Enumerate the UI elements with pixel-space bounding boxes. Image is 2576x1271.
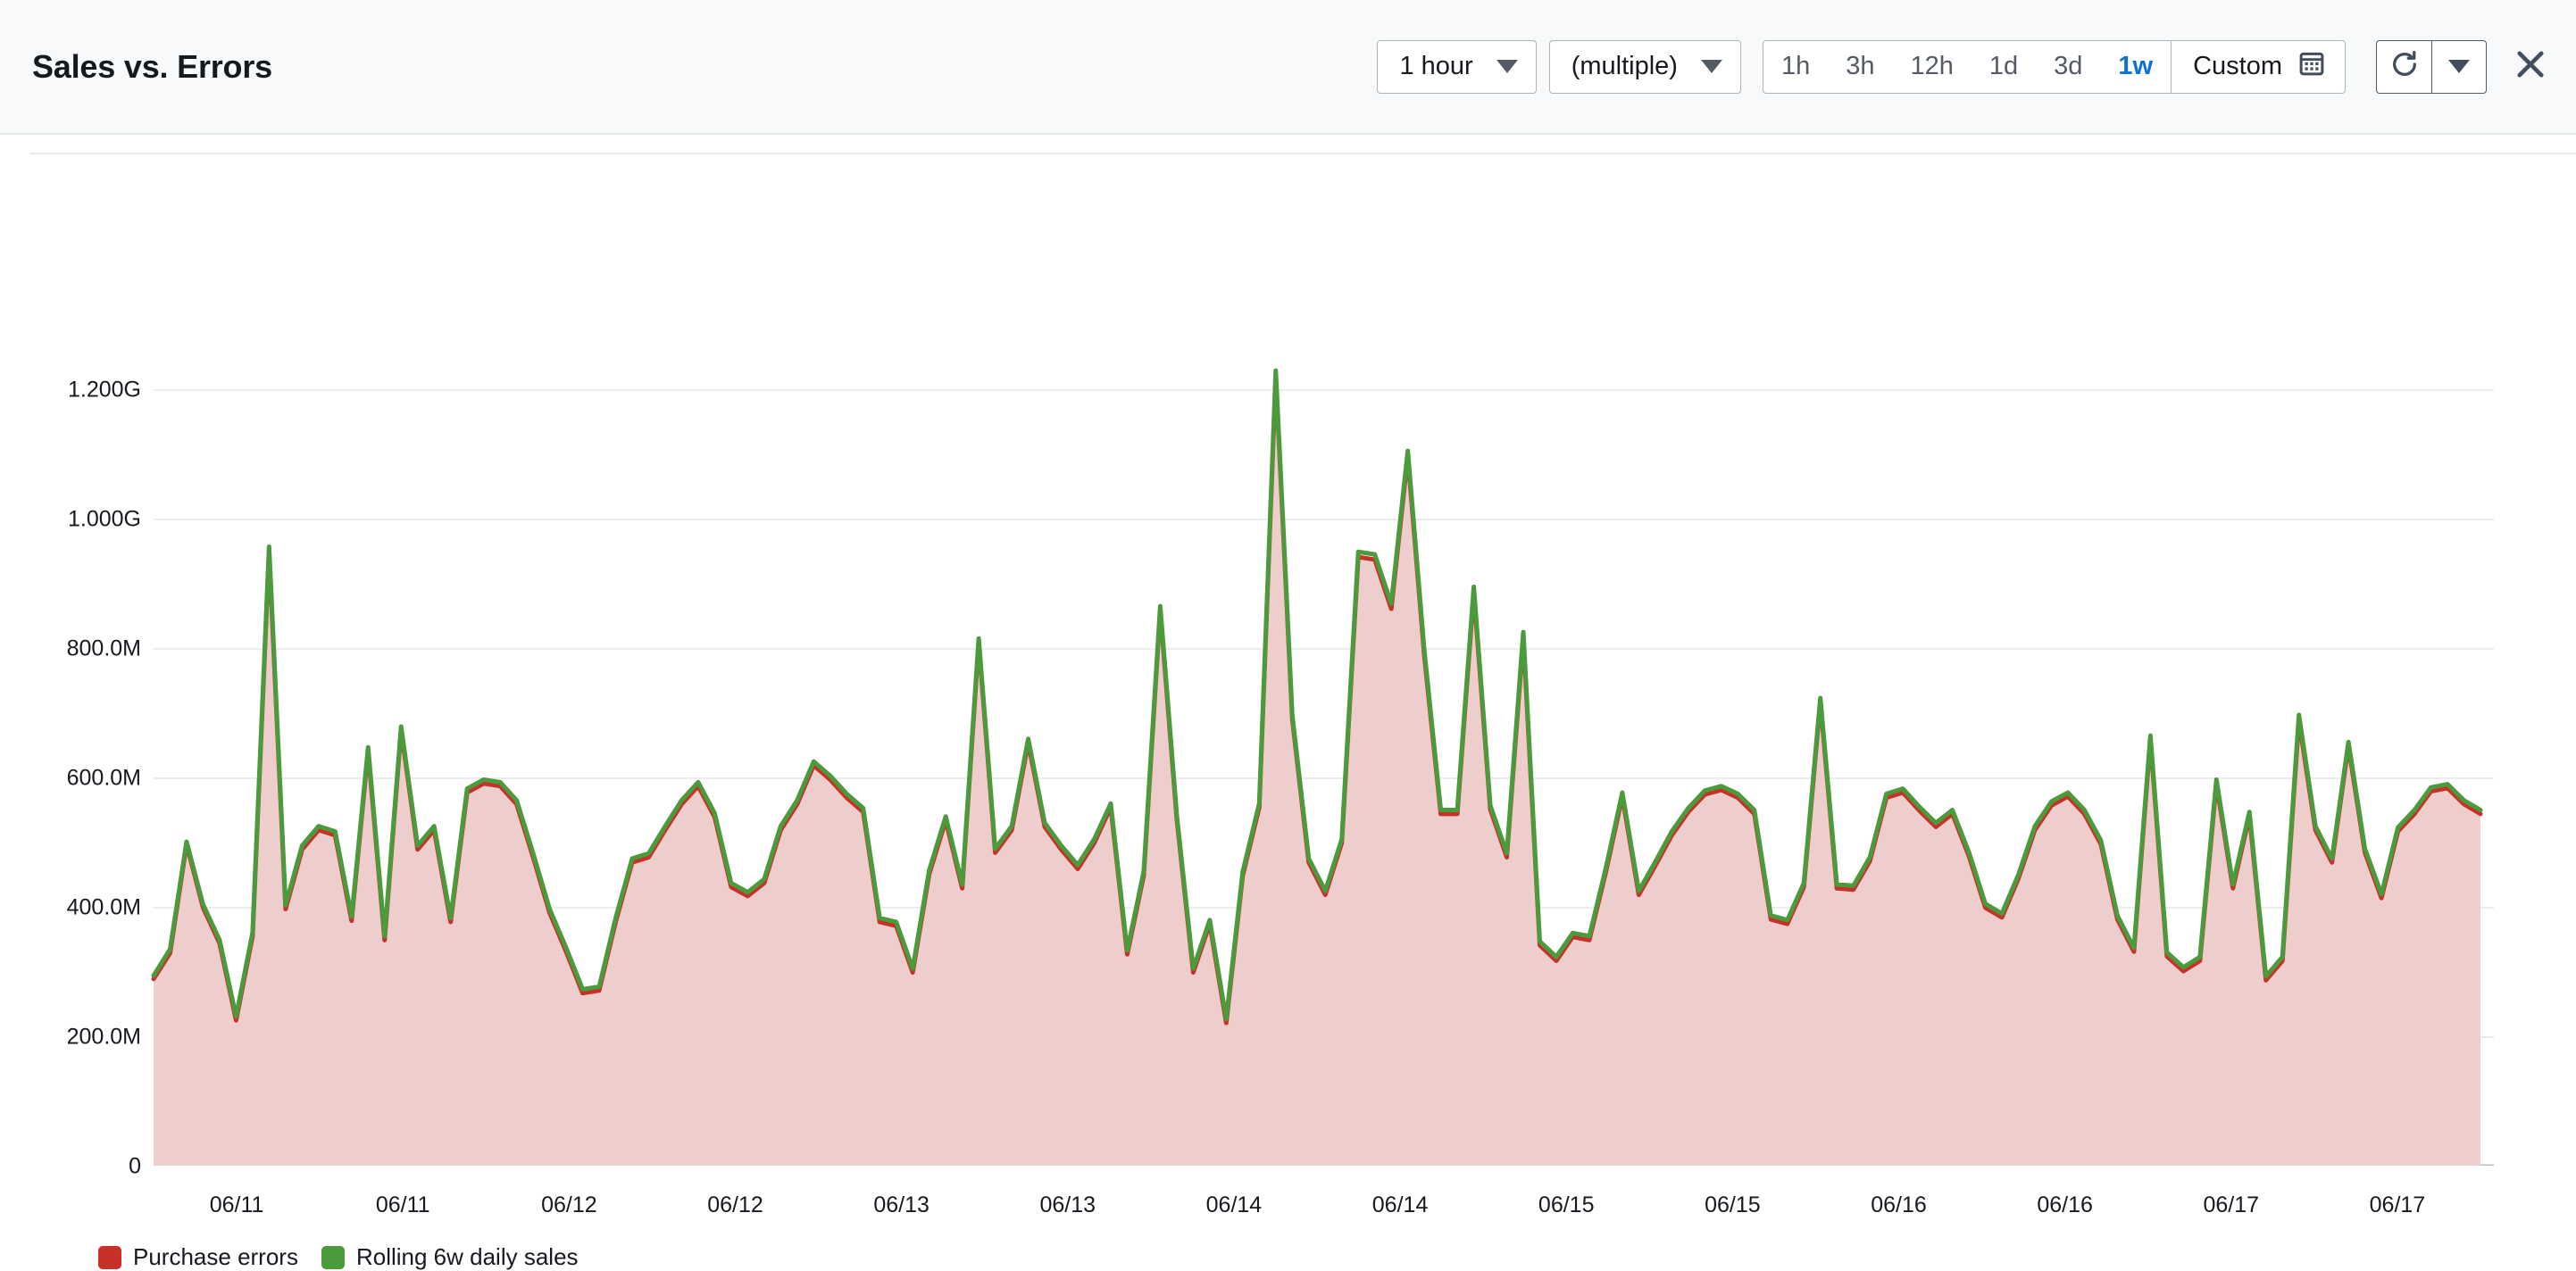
- range-option-3h[interactable]: 3h: [1828, 41, 1892, 93]
- refresh-button-group: [2376, 39, 2487, 94]
- calendar-icon: [2298, 50, 2325, 84]
- chart-plot[interactable]: [0, 135, 2576, 1186]
- x-axis-tick-label: 06/12: [707, 1192, 763, 1217]
- x-axis-tick-label: 06/12: [541, 1192, 597, 1217]
- range-option-12h[interactable]: 12h: [1892, 41, 1971, 93]
- y-axis-tick-label: 1.200G: [67, 377, 141, 403]
- legend-label-rolling-sales: Rolling 6w daily sales: [355, 1243, 579, 1270]
- chevron-down-icon: [1496, 60, 1518, 73]
- y-axis-tick-label: 400.0M: [66, 894, 141, 920]
- range-option-1d[interactable]: 1d: [1972, 41, 2036, 93]
- x-axis-tick-label: 06/17: [2369, 1192, 2426, 1217]
- y-axis-tick-label: 800.0M: [66, 636, 141, 661]
- y-axis-tick-label: 600.0M: [66, 765, 141, 791]
- widget-header: Sales vs. Errors 1 hour (multiple) 1h 3h…: [0, 0, 2576, 135]
- time-range-selector: 1h 3h 12h 1d 3d 1w Custom: [1762, 39, 2346, 94]
- metrics-dropdown-label: (multiple): [1571, 52, 1678, 80]
- metrics-dropdown[interactable]: (multiple): [1548, 39, 1741, 94]
- refresh-settings-dropdown[interactable]: [2431, 39, 2487, 94]
- y-axis-labels: 0 200.0M 400.0M 600.0M 800.0M 1.000G 1.200G: [0, 135, 141, 1179]
- x-axis-tick-label: 06/11: [375, 1192, 430, 1217]
- chart-container: 0 200.0M 400.0M 600.0M 800.0M 1.000G 1.200G 06…: [0, 135, 2576, 1217]
- period-dropdown-label: 1 hour: [1399, 52, 1473, 80]
- legend-item-purchase-errors[interactable]: Purchase errors: [98, 1243, 298, 1271]
- x-axis-tick-label: 06/16: [1871, 1192, 1927, 1217]
- y-axis-tick-label: 1.000G: [67, 506, 141, 532]
- page-title: Sales vs. Errors: [32, 47, 272, 85]
- x-axis-tick-label: 06/17: [2203, 1192, 2260, 1217]
- x-axis-tick-label: 06/15: [1705, 1192, 1761, 1217]
- legend-swatch-rolling-sales: [321, 1245, 345, 1269]
- widget-body: 0 200.0M 400.0M 600.0M 800.0M 1.000G 1.200G 06…: [0, 135, 2576, 1270]
- x-axis-tick-label: 06/14: [1371, 1192, 1429, 1217]
- legend-label-purchase-errors: Purchase errors: [133, 1243, 298, 1270]
- close-icon: [2512, 46, 2549, 87]
- x-axis-tick-label: 06/14: [1205, 1192, 1263, 1217]
- x-axis-tick-label: 06/13: [1039, 1192, 1096, 1217]
- x-axis-tick-label: 06/16: [2037, 1192, 2093, 1217]
- legend-item-rolling-sales[interactable]: Rolling 6w daily sales: [321, 1243, 579, 1271]
- legend-swatch-purchase-errors: [98, 1245, 121, 1269]
- chevron-down-icon: [1700, 60, 1722, 73]
- header-controls: 1 hour (multiple) 1h 3h 12h 1d 3d 1w Cus…: [1377, 39, 2551, 94]
- range-option-1h[interactable]: 1h: [1763, 41, 1828, 93]
- y-axis-tick-label: 200.0M: [66, 1024, 141, 1050]
- x-axis-tick-label: 06/15: [1538, 1192, 1595, 1217]
- range-option-3d[interactable]: 3d: [2036, 41, 2100, 93]
- refresh-icon: [2389, 49, 2420, 84]
- y-axis-tick-label: 0: [129, 1153, 141, 1179]
- close-button[interactable]: [2510, 46, 2551, 87]
- area-fill-purchase-errors: [154, 376, 2480, 1167]
- chevron-down-icon: [2448, 60, 2470, 73]
- custom-label: Custom: [2193, 52, 2282, 80]
- refresh-button[interactable]: [2376, 39, 2431, 94]
- range-option-custom[interactable]: Custom: [2172, 41, 2345, 93]
- range-option-1w[interactable]: 1w: [2100, 41, 2171, 93]
- x-axis-tick-label: 06/13: [873, 1192, 930, 1217]
- period-dropdown[interactable]: 1 hour: [1377, 39, 1537, 94]
- chart-legend: Purchase errors Rolling 6w daily sales: [98, 1243, 579, 1271]
- x-axis-tick-label: 06/11: [209, 1192, 264, 1217]
